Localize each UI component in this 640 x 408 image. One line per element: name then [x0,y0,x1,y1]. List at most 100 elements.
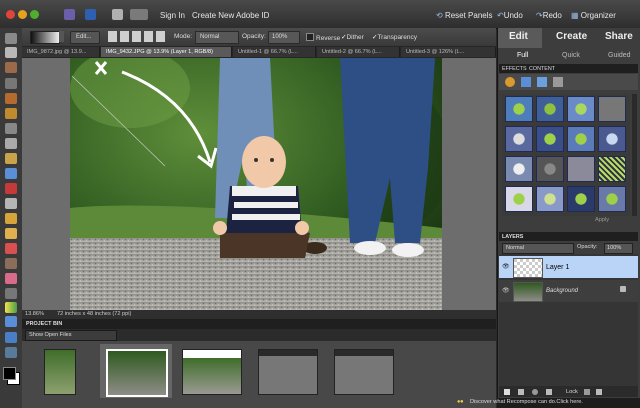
brush-tool-icon[interactable] [5,258,17,269]
gradient-picker-dropdown[interactable] [59,31,64,42]
recompose-tip-link[interactable]: Discover what Recompose can do.Click her… [470,399,583,405]
effect-thumbnail[interactable] [505,96,533,122]
selection-brush-tool-icon[interactable] [5,123,17,134]
effect-thumbnail[interactable] [567,186,595,212]
reverse-checkbox[interactable]: Reverse [306,33,340,42]
doc-tab-active[interactable]: IMG_9432.JPG @ 13.9% (Layer 1, RGB/8) [101,47,232,57]
layer-name[interactable]: Background [546,288,578,294]
shape-tool-icon[interactable] [5,316,17,327]
create-adobe-id-link[interactable]: Create New Adobe ID [192,11,269,20]
marquee-tool-icon[interactable] [5,78,17,89]
mode-select[interactable]: Normal [195,31,239,44]
effect-thumbnail[interactable] [567,126,595,152]
blend-mode-select[interactable]: Normal [502,243,574,254]
layer-name[interactable]: Layer 1 [546,264,569,271]
tab-full[interactable]: Full [517,52,528,59]
smart-brush-tool-icon[interactable] [5,273,17,284]
effect-thumbnail[interactable] [505,126,533,152]
effect-thumbnail[interactable] [598,96,626,122]
effect-thumbnail[interactable] [598,156,626,182]
eyedropper-tool-icon[interactable] [5,62,17,73]
grid-icon[interactable] [112,9,123,20]
paint-bucket-tool-icon[interactable] [5,288,17,299]
undo-button[interactable]: ↶Undo [497,11,523,20]
effect-thumbnail[interactable] [536,186,564,212]
minimize-window-button[interactable] [18,10,27,19]
new-group-icon[interactable] [518,389,524,395]
red-eye-tool-icon[interactable] [5,183,17,194]
save-icon[interactable] [85,9,96,20]
delete-layer-icon[interactable] [546,389,552,395]
bin-thumbnail[interactable] [106,349,168,397]
tab-edit[interactable]: Edit [509,31,528,42]
clone-stamp-tool-icon[interactable] [5,213,17,224]
lock-transparent-icon[interactable] [584,389,590,395]
magic-wand-tool-icon[interactable] [5,108,17,119]
adjustment-layer-icon[interactable] [532,389,538,395]
sponge-tool-icon[interactable] [5,347,17,358]
close-window-button[interactable] [6,10,15,19]
sign-in-link[interactable]: Sign In [160,11,185,20]
blur-tool-icon[interactable] [5,332,17,343]
zoom-window-button[interactable] [30,10,39,19]
new-layer-icon[interactable] [504,389,510,395]
type-tool-icon[interactable] [5,138,17,149]
opacity-field[interactable]: 100% [268,31,300,44]
styles-icon[interactable] [521,77,531,87]
gradient-tool-icon[interactable] [5,302,17,313]
layer-opacity-field[interactable]: 100% [604,243,633,254]
bin-thumbnail[interactable] [334,349,394,395]
home-icon[interactable] [64,9,75,20]
crop-tool-icon[interactable] [5,153,17,164]
gradient-preview[interactable] [30,31,60,44]
lock-all-icon[interactable] [596,389,602,395]
foreground-color-swatch[interactable] [3,367,16,380]
effect-thumbnail[interactable] [505,186,533,212]
bin-thumbnail[interactable] [258,349,318,395]
doc-tab[interactable]: IMG_9872.jpg @ 13.9... [22,47,100,57]
effect-thumbnail[interactable] [598,186,626,212]
effect-thumbnail[interactable] [598,126,626,152]
tab-content[interactable]: CONTENT [529,66,556,72]
effect-thumbnail[interactable] [505,156,533,182]
bin-thumbnail[interactable] [44,349,76,395]
tab-guided[interactable]: Guided [608,52,631,59]
lasso-tool-icon[interactable] [5,93,17,104]
effects-scrollbar[interactable] [632,94,637,216]
move-tool-icon[interactable] [5,33,17,44]
effect-thumbnail[interactable] [567,96,595,122]
effect-thumbnail[interactable] [536,96,564,122]
healing-brush-tool-icon[interactable] [5,198,17,209]
tab-effects[interactable]: EFFECTS [502,66,527,72]
edit-gradient-button[interactable]: Edit... [70,31,100,44]
redo-button[interactable]: ↷Redo [536,11,562,20]
dither-checkbox[interactable]: ✓Dither [341,33,364,41]
doc-tab[interactable]: Untitled-2 @ 66.7% (L... [317,47,400,57]
recompose-tool-icon[interactable] [5,168,17,179]
effect-thumbnail[interactable] [567,156,595,182]
organizer-button[interactable]: ▦ Organizer [571,11,616,20]
photo-effects-icon[interactable] [537,77,547,87]
tab-create[interactable]: Create [556,31,587,42]
eye-icon[interactable]: 👁 [502,287,510,294]
apply-effect-button[interactable]: Apply [595,217,609,223]
effect-thumbnail[interactable] [536,156,564,182]
show-files-select[interactable]: Show Open Files [25,330,117,341]
transparency-checkbox[interactable]: ✓Transparency [372,33,417,41]
eraser-tool-icon[interactable] [5,243,17,254]
effect-thumbnail[interactable] [536,126,564,152]
all-effects-icon[interactable] [553,77,563,87]
bin-thumbnail[interactable] [182,349,242,395]
eye-icon[interactable]: 👁 [502,263,510,270]
hand-tool-icon[interactable] [5,47,17,58]
pencil-tool-icon[interactable] [5,228,17,239]
doc-tab[interactable]: Untitled-3 @ 126% (L... [401,47,496,57]
tab-share[interactable]: Share [605,31,633,42]
tab-quick[interactable]: Quick [562,52,580,59]
reset-panels-button[interactable]: ⟲ Reset Panels [436,11,493,20]
filters-icon[interactable] [505,77,515,87]
doc-tab[interactable]: Untitled-1 @ 66.7% (L... [233,47,316,57]
view-menu-icon[interactable] [130,9,148,20]
document-photo[interactable] [70,58,442,310]
gradient-type-buttons[interactable] [108,31,166,42]
